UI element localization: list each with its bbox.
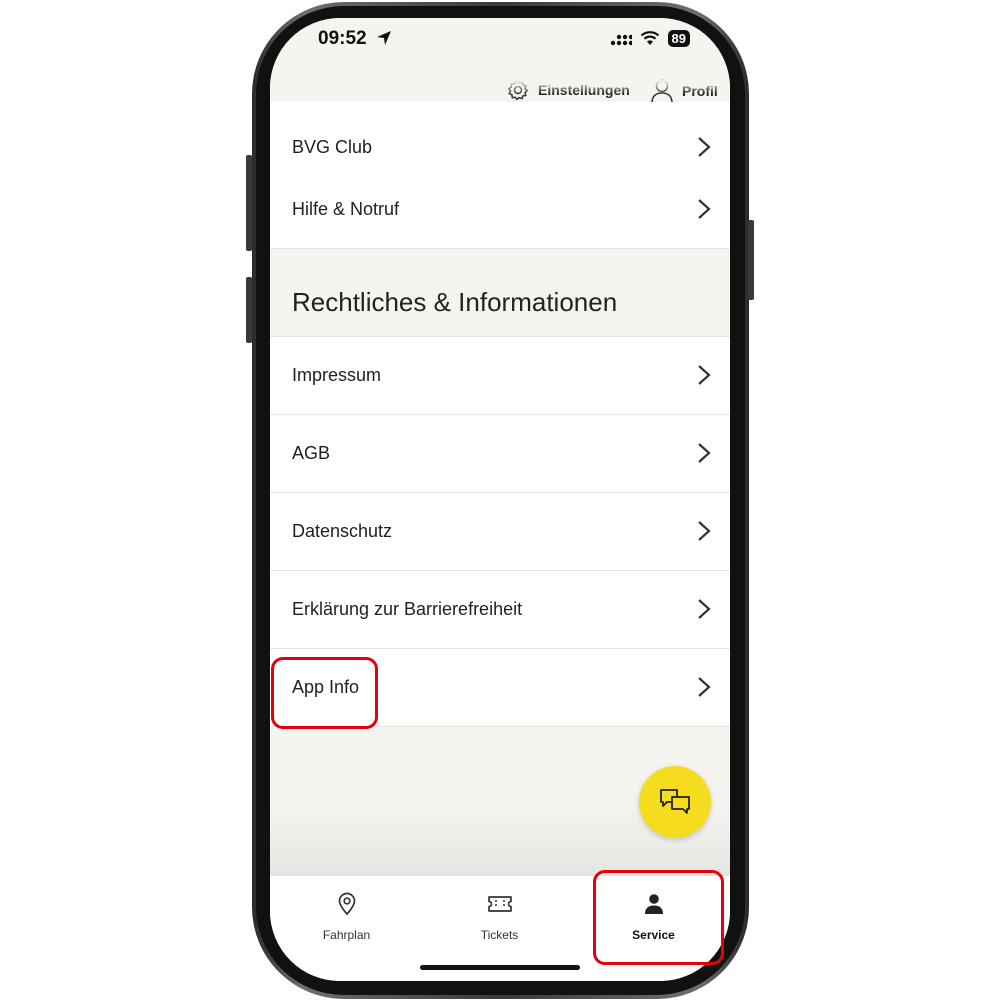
list-item-label: Hilfe & Notruf [292,199,400,219]
list-item-bvg-club[interactable]: BVG Club [270,102,730,180]
list-item-hilfe-notruf[interactable]: Hilfe & Notruf [270,171,730,249]
list-item-datenschutz[interactable]: Datenschutz [270,493,730,571]
chevron-right-icon [698,137,711,157]
list-item-label: Datenschutz [292,521,393,541]
home-indicator [420,965,580,970]
map-pin-icon [338,892,355,916]
chevron-right-icon [698,365,711,385]
phone-screen: 09:52 89 Einstellungen Profil BVG Club H… [270,18,730,981]
status-time: 09:52 [318,28,367,49]
chat-fab-button[interactable] [639,766,711,838]
person-icon [644,894,663,914]
list-item-label: App Info [292,677,360,697]
person-outline-icon [651,79,673,104]
ticket-icon [487,896,512,912]
list-item-label: AGB [292,443,331,463]
chat-bubbles-icon [660,789,690,814]
volume-down-button [246,277,252,343]
power-button [748,220,754,300]
section-header: Rechtliches & Informationen [270,249,730,337]
chevron-right-icon [698,599,711,619]
tab-fahrplan[interactable]: Fahrplan [270,876,423,981]
tab-label: Tickets [480,928,519,942]
profile-button[interactable]: Profil [650,78,718,104]
gear-icon [508,79,529,101]
tab-label: Fahrplan [322,928,371,942]
chevron-right-icon [698,677,711,697]
chevron-right-icon [698,443,711,463]
tab-service[interactable]: Service [577,876,730,981]
list-item-impressum[interactable]: Impressum [270,337,730,415]
profile-label: Profil [682,83,718,99]
list-item-label: Impressum [292,365,382,385]
wifi-icon [640,31,659,45]
list-item-label: Erklärung zur Barrierefreiheit [292,599,523,619]
section-title: Rechtliches & Informationen [292,287,618,317]
chevron-right-icon [698,521,711,541]
volume-up-button [246,155,252,251]
chevron-right-icon [698,199,711,219]
battery-indicator: 89 [667,30,690,47]
cellular-signal-icon [610,34,632,45]
status-indicators: 89 [610,30,690,47]
settings-button[interactable]: Einstellungen [506,78,630,102]
list-item-agb[interactable]: AGB [270,415,730,493]
list-item-app-info[interactable]: App Info [270,649,730,727]
location-arrow-icon [377,31,391,45]
tab-label: Service [632,928,675,942]
list-item-barrierefreiheit[interactable]: Erklärung zur Barrierefreiheit [270,571,730,649]
status-bar: 09:52 89 [270,18,730,68]
settings-label: Einstellungen [538,82,630,98]
list-item-label: BVG Club [292,137,373,157]
